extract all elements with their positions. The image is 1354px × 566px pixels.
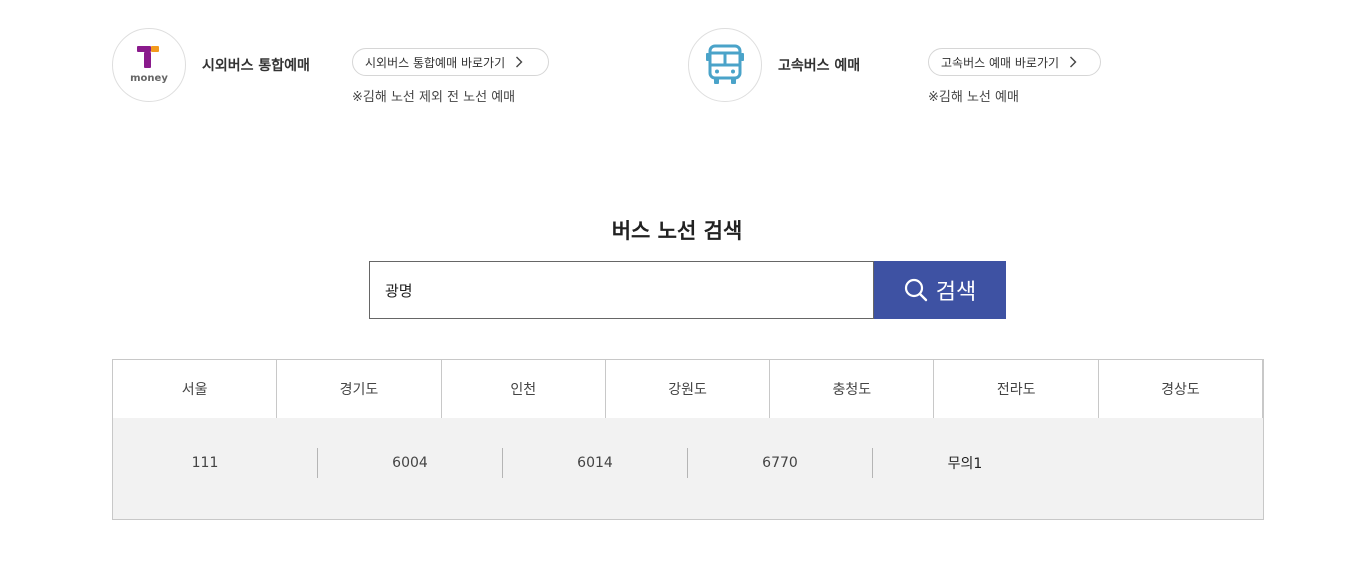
region-tab-incheon[interactable]: 인천 <box>442 360 606 418</box>
route-list: 111 6004 6014 6770 무의1 <box>113 448 1057 478</box>
region-tabs: 서울 경기도 인천 강원도 충청도 전라도 경상도 <box>112 359 1264 419</box>
search-title: 버스 노선 검색 <box>611 219 743 243</box>
region-tab-chungcheong[interactable]: 충청도 <box>770 360 935 418</box>
route-item[interactable]: 6770 <box>688 448 872 478</box>
bus-logo <box>688 28 762 102</box>
route-item[interactable]: 무의1 <box>873 448 1057 478</box>
route-item[interactable]: 6004 <box>318 448 502 478</box>
bus-icon <box>706 44 744 84</box>
tmoney-logo-text: money <box>130 73 168 84</box>
intercity-bus-title: 시외버스 통합예매 <box>202 58 310 74</box>
intercity-bus-note: ※김해 노선 제외 전 노선 예매 <box>352 90 516 105</box>
chevron-right-icon <box>515 56 523 68</box>
express-bus-link-button[interactable]: 고속버스 예매 바로가기 <box>928 48 1101 76</box>
route-item[interactable]: 111 <box>113 448 317 478</box>
search-button-label: 검색 <box>935 280 977 305</box>
region-tab-seoul[interactable]: 서울 <box>113 360 278 418</box>
search-button[interactable]: 검색 <box>874 261 1006 319</box>
search-input[interactable] <box>370 262 873 318</box>
intercity-bus-link-label: 시외버스 통합예매 바로가기 <box>365 55 506 70</box>
intercity-bus-link-button[interactable]: 시외버스 통합예매 바로가기 <box>352 48 549 76</box>
tmoney-logo-icon: money <box>130 46 168 84</box>
tmoney-logo: money <box>112 28 186 102</box>
region-tab-gyeonggi[interactable]: 경기도 <box>277 360 442 418</box>
region-tab-gyeongsang[interactable]: 경상도 <box>1099 360 1264 418</box>
chevron-right-icon <box>1069 56 1077 68</box>
search-icon <box>904 278 928 302</box>
region-tab-gangwon[interactable]: 강원도 <box>606 360 771 418</box>
search-box <box>369 261 874 319</box>
express-bus-link-label: 고속버스 예매 바로가기 <box>941 55 1060 70</box>
express-bus-title: 고속버스 예매 <box>778 58 861 74</box>
region-tab-jeolla[interactable]: 전라도 <box>934 360 1099 418</box>
page: money 시외버스 통합예매 시외버스 통합예매 바로가기 ※김해 노선 제외… <box>0 0 1354 566</box>
route-item[interactable]: 6014 <box>503 448 687 478</box>
route-result-panel: 111 6004 6014 6770 무의1 <box>112 418 1264 520</box>
express-bus-note: ※김해 노선 예매 <box>928 90 1019 105</box>
